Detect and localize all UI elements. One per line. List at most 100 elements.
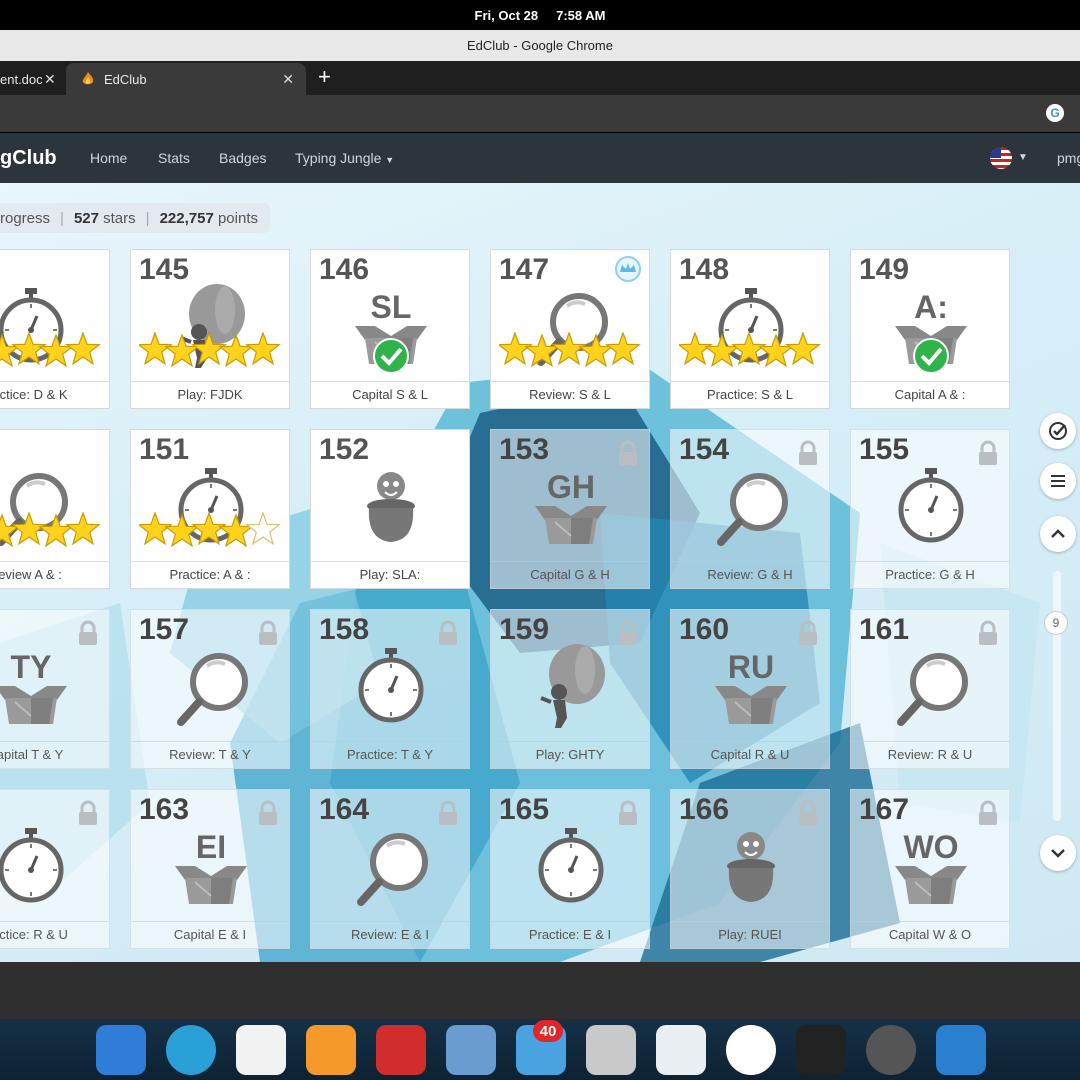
lesson-title: Review: R & U xyxy=(851,741,1009,768)
tab-edclub[interactable]: EdClub ✕ xyxy=(66,63,306,95)
lesson-card[interactable]: 161 Review: R & U xyxy=(850,609,1010,769)
photos-icon[interactable] xyxy=(446,1025,496,1075)
lesson-card[interactable]: 6 TY apital T & Y xyxy=(0,609,110,769)
lock-icon xyxy=(979,440,997,465)
star-filled-icon xyxy=(551,332,587,366)
lesson-title: Play: GHTY xyxy=(491,741,649,768)
settings-icon[interactable] xyxy=(656,1025,706,1075)
caret-down-icon: ▼ xyxy=(385,155,395,165)
calendar-icon[interactable] xyxy=(236,1025,286,1075)
magnifier-icon xyxy=(357,833,428,906)
svg-text:SL: SL xyxy=(371,289,412,325)
lesson-card[interactable]: 166 Play: RUEI xyxy=(670,789,830,949)
lesson-card[interactable]: 157 Review: T & Y xyxy=(130,609,290,769)
star-filled-icon xyxy=(731,332,767,366)
close-tab-icon[interactable]: ✕ xyxy=(44,71,56,88)
window-title-bar[interactable]: EdClub - Google Chrome xyxy=(0,30,1080,61)
os-date[interactable]: Fri, Oct 28 xyxy=(475,8,539,23)
stopwatch-icon xyxy=(898,468,964,543)
lesson-card[interactable]: 0 eview A & : xyxy=(0,429,110,589)
star-filled-icon xyxy=(605,332,641,366)
lesson-map: rogress | 527 stars | 222,757 points 4 a… xyxy=(0,183,1080,962)
os-time[interactable]: 7:58 AM xyxy=(556,8,605,23)
brand-logo[interactable]: gClub xyxy=(0,147,57,170)
camera-icon[interactable] xyxy=(866,1025,916,1075)
window-title: EdClub - Google Chrome xyxy=(467,38,613,53)
lesson-title: Review: T & Y xyxy=(131,741,289,768)
tab-label: ent.doc xyxy=(0,71,43,87)
genie-jar-icon xyxy=(367,472,415,542)
lesson-title: Capital E & I xyxy=(131,921,289,948)
lesson-title: Practice: E & I xyxy=(491,921,649,948)
chevron-up-icon xyxy=(1051,529,1065,538)
vscode-icon[interactable] xyxy=(936,1025,986,1075)
new-tab-button[interactable]: + xyxy=(318,64,331,90)
lesson-card[interactable]: 158 Practice: T & Y xyxy=(310,609,470,769)
lesson-card[interactable]: 2 actice: R & U xyxy=(0,789,110,949)
nav-stats-link[interactable]: Stats xyxy=(158,150,190,166)
lesson-card[interactable]: 154 Review: G & H xyxy=(670,429,830,589)
lesson-card[interactable]: 155 Practice: G & H xyxy=(850,429,1010,589)
scroll-page-indicator[interactable]: 9 xyxy=(1044,611,1068,635)
completed-check-icon xyxy=(913,338,949,374)
tab-strip: ent.doc ✕ EdClub ✕ xyxy=(0,61,1080,95)
lesson-card[interactable]: 164 Review: E & I xyxy=(310,789,470,949)
progress-label: rogress xyxy=(0,209,51,227)
us-flag-language-icon[interactable] xyxy=(990,147,1012,169)
scroll-track[interactable] xyxy=(1053,571,1061,821)
videos-icon[interactable] xyxy=(376,1025,426,1075)
svg-text:RU: RU xyxy=(728,649,774,685)
lesson-title: Review: G & H xyxy=(671,561,829,588)
files-icon[interactable] xyxy=(586,1025,636,1075)
star-filled-icon xyxy=(139,512,173,546)
letter-box-icon: GH xyxy=(535,469,607,544)
lesson-card[interactable]: 153 GH Capital G & H xyxy=(490,429,650,589)
goal-check-button[interactable] xyxy=(1040,413,1076,449)
lesson-card[interactable]: 148 Practice: S & L xyxy=(670,249,830,409)
star-filled-icon xyxy=(139,332,173,366)
lesson-card[interactable]: 151 Practice: A & : xyxy=(130,429,290,589)
scroll-up-button[interactable] xyxy=(1040,516,1076,552)
lesson-card[interactable]: 160 RU Capital R & U xyxy=(670,609,830,769)
terminal-icon[interactable] xyxy=(796,1025,846,1075)
lesson-card[interactable]: 167 WO Capital W & O xyxy=(850,789,1010,949)
nav-badges-link[interactable]: Badges xyxy=(219,150,266,166)
lesson-card[interactable]: 146 SL Capital S & L xyxy=(310,249,470,409)
caret-down-icon[interactable]: ▼ xyxy=(1018,152,1028,163)
star-rating xyxy=(679,332,821,368)
lesson-card[interactable]: 145 Play: FJDK xyxy=(130,249,290,409)
google-account-icon[interactable]: G xyxy=(1046,104,1064,122)
lesson-title: Capital S & L xyxy=(311,381,469,408)
tab-document[interactable]: ent.doc ✕ xyxy=(0,63,64,95)
os-top-panel: Fri, Oct 28 7:58 AM xyxy=(0,0,1080,30)
close-tab-icon[interactable]: ✕ xyxy=(282,71,294,88)
multitasking-view-icon[interactable] xyxy=(96,1025,146,1075)
browser-bottom-area xyxy=(0,962,1080,1019)
lesson-card[interactable]: 163 EI Capital E & I xyxy=(130,789,290,949)
star-filled-icon xyxy=(758,333,794,368)
star-filled-icon xyxy=(164,513,200,548)
music-icon[interactable] xyxy=(306,1025,356,1075)
star-filled-icon xyxy=(679,332,713,366)
svg-text:GH: GH xyxy=(547,469,595,505)
lesson-card[interactable]: 4 actice: D & K xyxy=(0,249,110,409)
edclub-favicon-icon xyxy=(82,72,94,85)
lesson-card[interactable]: 149 A: Capital A & : xyxy=(850,249,1010,409)
menu-button[interactable] xyxy=(1040,463,1076,499)
lesson-title: Play: SLA: xyxy=(311,561,469,588)
lesson-card[interactable]: 147 Review: S & L xyxy=(490,249,650,409)
chrome-icon[interactable] xyxy=(726,1025,776,1075)
stopwatch-icon xyxy=(358,648,424,723)
browser-globe-icon[interactable] xyxy=(166,1025,216,1075)
nav-typing-jungle-dropdown[interactable]: Typing Jungle ▼ xyxy=(295,150,394,166)
lesson-card[interactable]: 152 Play: SLA: xyxy=(310,429,470,589)
user-menu[interactable]: pmg xyxy=(1057,150,1080,166)
lesson-title: Practice: G & H xyxy=(851,561,1009,588)
scroll-down-button[interactable] xyxy=(1040,835,1076,871)
lesson-card[interactable]: 159 Play: GHTY xyxy=(490,609,650,769)
star-filled-icon xyxy=(0,513,20,548)
lesson-card[interactable]: 165 Practice: E & I xyxy=(490,789,650,949)
stars-total: 527 stars xyxy=(73,209,136,227)
lesson-title: apital T & Y xyxy=(0,741,109,768)
nav-home-link[interactable]: Home xyxy=(90,150,127,166)
